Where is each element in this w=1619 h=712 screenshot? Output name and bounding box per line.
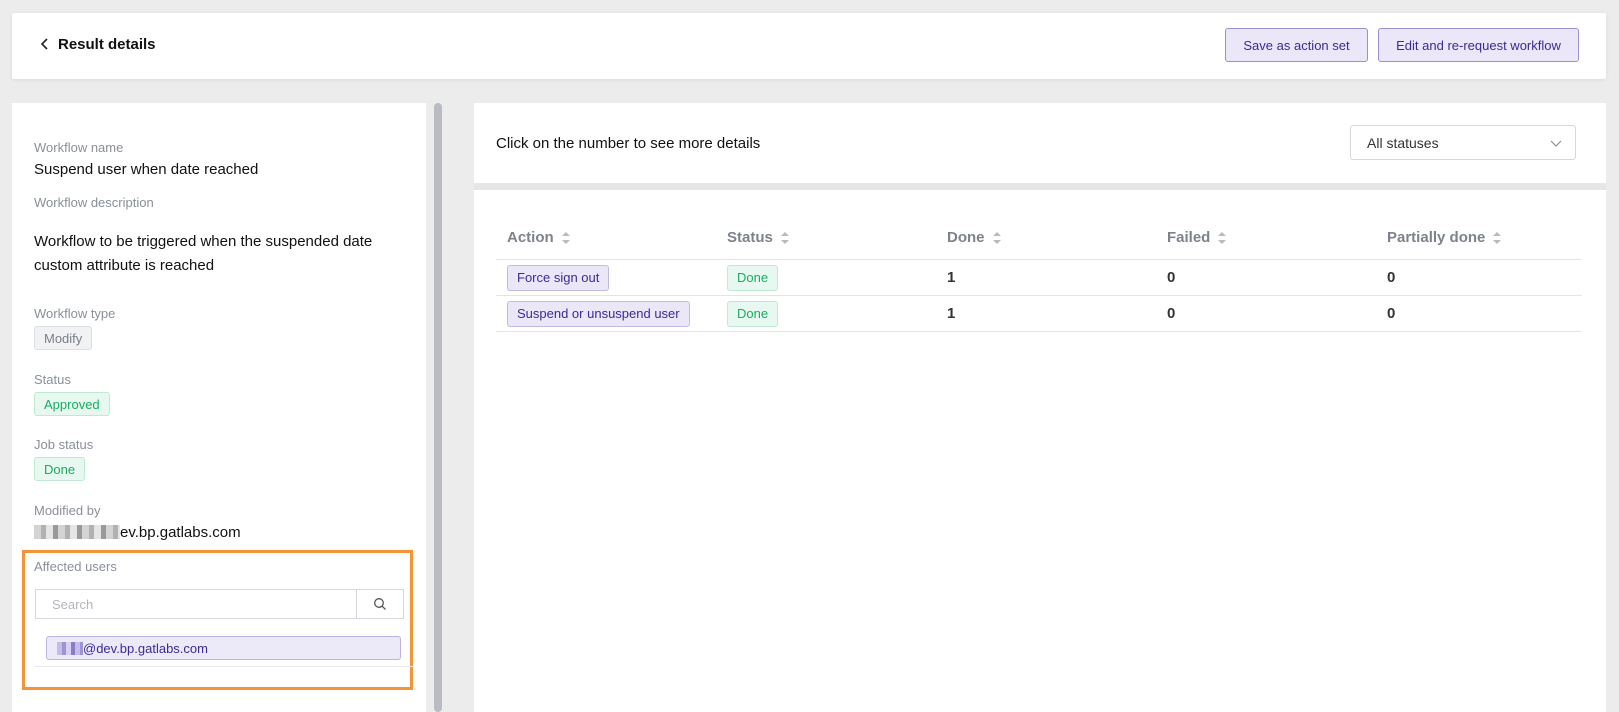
back-link[interactable]: Result details: [36, 35, 156, 53]
search-icon: [374, 598, 386, 610]
results-toolbar: Click on the number to see more details …: [474, 103, 1606, 183]
workflow-name-label: Workflow name: [34, 140, 124, 155]
sort-icon: [1493, 231, 1502, 244]
failed-count[interactable]: 0: [1156, 305, 1376, 322]
status-label: Status: [34, 372, 71, 387]
status-filter-select[interactable]: All statuses: [1350, 125, 1576, 160]
workflow-description-value: Workflow to be triggered when the suspen…: [34, 233, 373, 274]
column-header-label: Partially done: [1387, 229, 1486, 246]
redacted-user-prefix: [57, 641, 83, 655]
sort-icon: [992, 231, 1001, 244]
workflow-description-label: Workflow description: [34, 195, 154, 210]
workflow-type-label: Workflow type: [34, 306, 116, 321]
done-count[interactable]: 1: [936, 269, 1156, 286]
column-header-label: Status: [727, 229, 773, 246]
results-table: Action Status Done Failed Partially done…: [496, 216, 1582, 332]
column-header-failed[interactable]: Failed: [1156, 229, 1376, 246]
modified-by-email-suffix: ev.bp.gatlabs.com: [120, 524, 241, 541]
status-badge: Done: [727, 264, 779, 291]
column-header-label: Action: [507, 229, 554, 246]
edit-rerequest-workflow-button[interactable]: Edit and re-request workflow: [1378, 28, 1579, 62]
sort-icon: [780, 231, 789, 244]
column-header-label: Failed: [1167, 229, 1211, 246]
table-row: Force sign out Done 1 0 0: [496, 260, 1582, 296]
left-panel-scrollbar[interactable]: [434, 103, 442, 712]
sort-icon: [1218, 231, 1227, 244]
job-status-badge: Done: [34, 457, 86, 481]
affected-user-email-suffix: @dev.bp.gatlabs.com: [83, 640, 208, 656]
status-badge: Approved: [34, 392, 110, 416]
results-panel: Action Status Done Failed Partially done…: [474, 190, 1606, 712]
action-cell: Force sign out: [496, 264, 716, 291]
affected-users-search-input[interactable]: [35, 589, 356, 619]
partially-done-count[interactable]: 0: [1376, 305, 1582, 322]
sort-icon: [561, 231, 570, 244]
column-header-action[interactable]: Action: [496, 229, 716, 246]
failed-count[interactable]: 0: [1156, 269, 1376, 286]
workflow-type-badge: Modify: [34, 326, 93, 350]
affected-user-chip[interactable]: @dev.bp.gatlabs.com: [46, 636, 401, 660]
column-header-partially-done[interactable]: Partially done: [1376, 229, 1582, 246]
job-status-label: Job status: [34, 437, 94, 452]
save-as-action-set-button[interactable]: Save as action set: [1225, 28, 1368, 62]
affected-users-search: [35, 589, 404, 619]
modified-by-label: Modified by: [34, 503, 101, 518]
column-header-done[interactable]: Done: [936, 229, 1156, 246]
modified-by-value: ev.bp.gatlabs.com: [34, 524, 241, 541]
action-cell: Suspend or unsuspend user: [496, 300, 716, 327]
page-header: Result details Save as action set Edit a…: [12, 13, 1606, 79]
chevron-left-icon[interactable]: [36, 35, 54, 53]
column-header-status[interactable]: Status: [716, 229, 936, 246]
partially-done-count[interactable]: 0: [1376, 269, 1582, 286]
results-hint: Click on the number to see more details: [496, 135, 761, 152]
affected-users-search-button[interactable]: [356, 589, 404, 619]
table-row: Suspend or unsuspend user Done 1 0 0: [496, 296, 1582, 332]
redacted-email-prefix: [34, 525, 120, 539]
workflow-name-value: Suspend user when date reached: [34, 161, 259, 178]
page-title: Result details: [58, 35, 156, 53]
table-header: Action Status Done Failed Partially done: [496, 216, 1582, 260]
status-cell: Done: [716, 264, 936, 291]
done-count[interactable]: 1: [936, 305, 1156, 322]
action-tag[interactable]: Suspend or unsuspend user: [507, 300, 690, 327]
status-badge: Done: [727, 300, 779, 327]
affected-users-highlight: [22, 550, 413, 690]
status-filter-value: All statuses: [1367, 134, 1439, 151]
chevron-down-icon: [1550, 140, 1562, 147]
column-header-label: Done: [947, 229, 985, 246]
status-cell: Done: [716, 300, 936, 327]
section-divider: [474, 183, 1606, 190]
affected-users-divider: [35, 666, 413, 667]
action-tag[interactable]: Force sign out: [507, 264, 610, 291]
